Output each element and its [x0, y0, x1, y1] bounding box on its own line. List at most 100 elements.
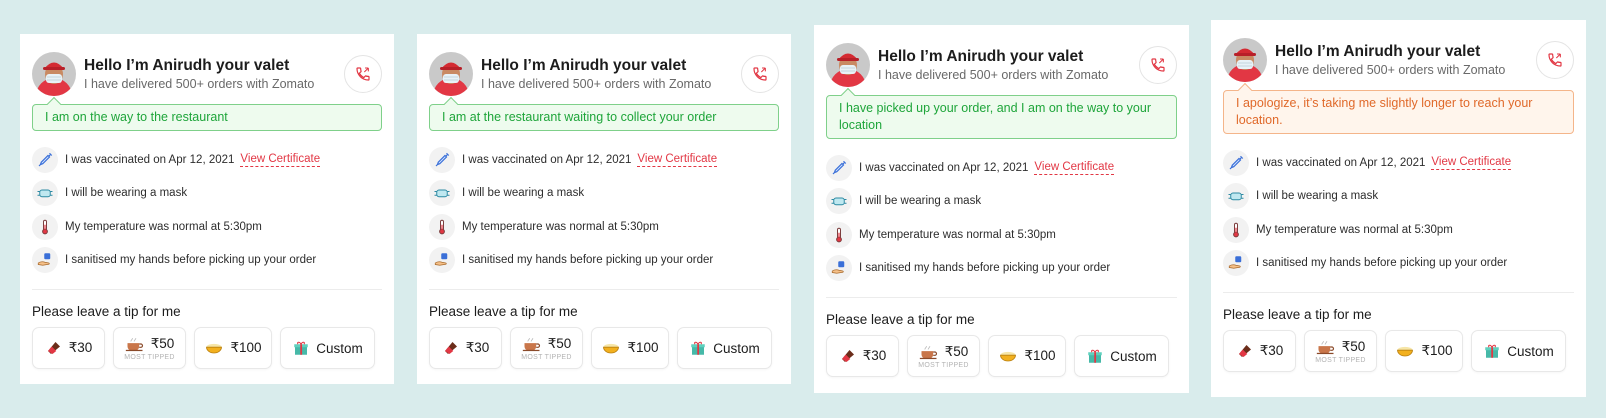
temperature-row: My temperature was normal at 5:30pm: [826, 218, 1177, 252]
tip-amount: Custom: [1110, 348, 1157, 364]
mask-row: I will be wearing a mask: [1223, 180, 1574, 214]
call-button[interactable]: [741, 55, 779, 93]
tip-amount: ₹100: [627, 340, 659, 355]
tip-amount: ₹50: [944, 343, 969, 359]
tip-amount: ₹100: [1024, 348, 1056, 363]
food-bowl-icon: [1397, 346, 1414, 357]
sanitiser-hand-icon: [1223, 250, 1249, 277]
tip-amount: ₹50: [1341, 338, 1366, 354]
tip-30-button[interactable]: ₹30: [1223, 330, 1296, 372]
tip-50-button[interactable]: ₹50 MOST TIPPED: [113, 327, 186, 369]
thermometer-icon: [32, 213, 58, 240]
tip-options: ₹30 ₹50 MOST TIPPED ₹100 Custom: [826, 335, 1177, 377]
tip-amount: Custom: [1507, 343, 1554, 359]
most-tipped-label: MOST TIPPED: [1315, 356, 1366, 364]
chocolate-icon: [1238, 345, 1251, 357]
tip-custom-button[interactable]: Custom: [280, 327, 375, 369]
mask-text: I will be wearing a mask: [65, 187, 188, 200]
tip-50-button[interactable]: ₹50 MOST TIPPED: [907, 335, 980, 377]
food-bowl-icon: [603, 343, 620, 354]
tip-100-button[interactable]: ₹100: [194, 327, 272, 369]
thermometer-icon: [826, 221, 852, 248]
thermometer-icon: [1223, 216, 1249, 243]
tip-amount: ₹100: [1421, 343, 1453, 358]
tip-50-button[interactable]: ₹50 MOST TIPPED: [510, 327, 583, 369]
food-bowl-icon: [206, 343, 223, 354]
tip-100-button[interactable]: ₹100: [988, 335, 1066, 377]
coffee-icon: [125, 337, 143, 351]
tip-heading: Please leave a tip for me: [826, 312, 975, 327]
valet-avatar: [32, 52, 76, 96]
tip-custom-button[interactable]: Custom: [677, 327, 772, 369]
temperature-row: My temperature was normal at 5:30pm: [1223, 213, 1574, 247]
tip-30-button[interactable]: ₹30: [32, 327, 105, 369]
tip-100-button[interactable]: ₹100: [1385, 330, 1463, 372]
valet-card-3: Hello I’m Anirudh your valet I have deli…: [814, 25, 1189, 393]
gift-icon: [1088, 349, 1102, 363]
tip-heading: Please leave a tip for me: [1223, 307, 1372, 322]
view-certificate-link[interactable]: View Certificate: [637, 153, 718, 167]
chocolate-icon: [444, 342, 457, 354]
mask-row: I will be wearing a mask: [429, 177, 779, 211]
syringe-icon: [32, 146, 58, 173]
divider: [32, 289, 382, 290]
vaccination-row: I was vaccinated on Apr 12, 2021 View Ce…: [32, 143, 382, 177]
tip-amount: ₹50: [547, 335, 572, 351]
mask-row: I will be wearing a mask: [32, 177, 382, 211]
phone-icon: [1548, 53, 1562, 67]
temperature-text: My temperature was normal at 5:30pm: [462, 220, 659, 233]
view-certificate-link[interactable]: View Certificate: [1034, 161, 1115, 175]
tip-custom-button[interactable]: Custom: [1471, 330, 1566, 372]
sanitise-text: I sanitised my hands before picking up y…: [1256, 257, 1508, 270]
call-button[interactable]: [1536, 41, 1574, 79]
mask-icon: [826, 188, 852, 215]
valet-title: Hello I’m Anirudh your valet: [878, 47, 1084, 65]
valet-subtitle: I have delivered 500+ orders with Zomato: [1275, 62, 1506, 77]
syringe-icon: [1223, 149, 1249, 176]
sanitiser-hand-icon: [826, 255, 852, 282]
tip-50-button[interactable]: ₹50 MOST TIPPED: [1304, 330, 1377, 372]
phone-icon: [753, 67, 767, 81]
tip-options: ₹30 ₹50 MOST TIPPED ₹100 Custom: [429, 327, 779, 369]
mask-icon: [429, 180, 455, 207]
tip-options: ₹30 ₹50 MOST TIPPED ₹100 Custom: [32, 327, 382, 369]
valet-header: Hello I’m Anirudh your valet I have deli…: [1223, 38, 1574, 82]
tip-30-button[interactable]: ₹30: [429, 327, 502, 369]
vaccination-row: I was vaccinated on Apr 12, 2021 View Ce…: [1223, 146, 1574, 180]
mask-text: I will be wearing a mask: [859, 195, 982, 208]
valet-title: Hello I’m Anirudh your valet: [84, 56, 290, 74]
tip-custom-button[interactable]: Custom: [1074, 335, 1169, 377]
tip-30-button[interactable]: ₹30: [826, 335, 899, 377]
mask-icon: [32, 180, 58, 207]
phone-icon: [1151, 58, 1165, 72]
tip-amount: ₹50: [150, 335, 175, 351]
tip-100-button[interactable]: ₹100: [591, 327, 669, 369]
gift-icon: [691, 341, 705, 355]
most-tipped-label: MOST TIPPED: [124, 353, 175, 361]
order-status-banner: I have picked up your order, and I am on…: [826, 95, 1177, 139]
call-button[interactable]: [344, 55, 382, 93]
vaccination-row: I was vaccinated on Apr 12, 2021 View Ce…: [826, 151, 1177, 185]
view-certificate-link[interactable]: View Certificate: [240, 153, 321, 167]
temperature-row: My temperature was normal at 5:30pm: [429, 210, 779, 244]
gift-icon: [1485, 344, 1499, 358]
view-certificate-link[interactable]: View Certificate: [1431, 156, 1512, 170]
most-tipped-label: MOST TIPPED: [918, 361, 969, 369]
sanitise-row: I sanitised my hands before picking up y…: [1223, 247, 1574, 281]
safety-checklist: I was vaccinated on Apr 12, 2021 View Ce…: [429, 143, 779, 277]
divider: [429, 289, 779, 290]
tip-heading: Please leave a tip for me: [429, 304, 578, 319]
valet-card-2: Hello I’m Anirudh your valet I have deli…: [417, 34, 791, 384]
tip-amount: Custom: [713, 340, 760, 356]
sanitiser-hand-icon: [429, 247, 455, 274]
safety-checklist: I was vaccinated on Apr 12, 2021 View Ce…: [826, 151, 1177, 285]
tip-amount: ₹30: [68, 340, 93, 355]
mask-row: I will be wearing a mask: [826, 185, 1177, 219]
chocolate-icon: [841, 350, 854, 362]
vaccination-row: I was vaccinated on Apr 12, 2021 View Ce…: [429, 143, 779, 177]
chocolate-icon: [47, 342, 60, 354]
order-status-banner: I am at the restaurant waiting to collec…: [429, 104, 779, 131]
call-button[interactable]: [1139, 46, 1177, 84]
tip-amount: Custom: [316, 340, 363, 356]
valet-card-4: Hello I’m Anirudh your valet I have deli…: [1211, 20, 1586, 397]
